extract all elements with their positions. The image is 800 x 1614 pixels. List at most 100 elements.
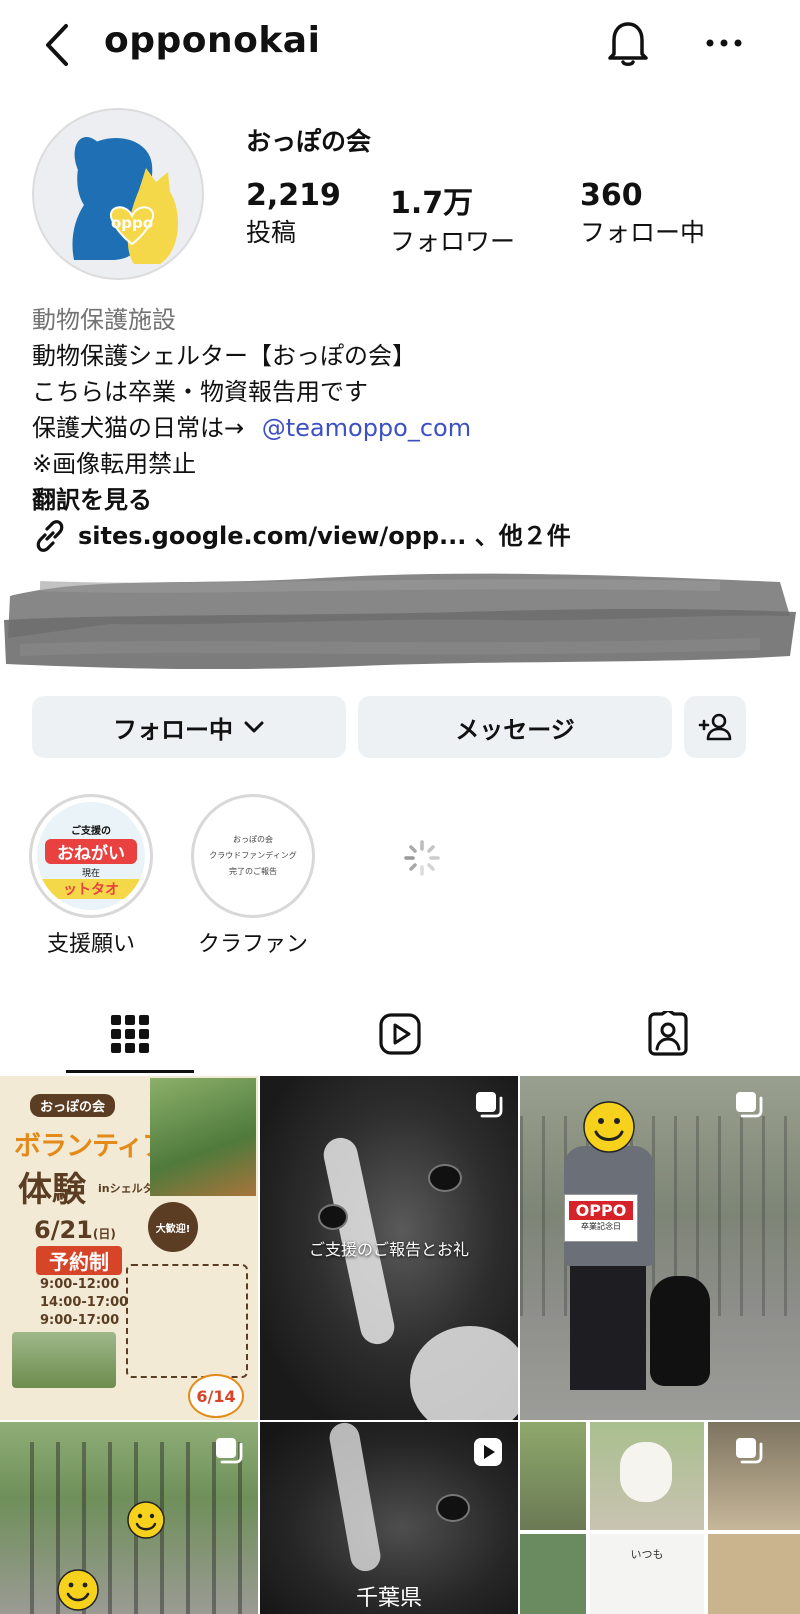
post-gate-photo[interactable]	[0, 1422, 258, 1614]
highlight-support-label: 支援願い	[46, 932, 135, 957]
poster-time-2: 14:00-17:00	[40, 1295, 129, 1310]
bio-line-3: 保護犬猫の日常は→ @teamoppo_com	[32, 410, 772, 446]
stat-following[interactable]: 360 フォロー中	[580, 178, 705, 249]
dog-eye-right	[428, 1164, 462, 1192]
stat-posts-label: 投稿	[246, 218, 297, 247]
black-dog	[650, 1276, 710, 1386]
poster-time-3: 9:00-17:00	[40, 1313, 120, 1328]
carousel-icon	[216, 1438, 243, 1464]
poster-date: 6/21(日)	[34, 1216, 116, 1244]
redacted-scribble	[4, 573, 796, 670]
tagged-person-icon	[648, 1011, 688, 1056]
stat-posts[interactable]: 2,219 投稿	[246, 178, 341, 249]
stat-following-value: 360	[580, 178, 643, 213]
collage-cell-1	[520, 1422, 586, 1530]
post-collage[interactable]: いつも	[520, 1422, 800, 1614]
person-legs	[570, 1266, 646, 1390]
loading-spinner-icon	[404, 840, 440, 876]
post-bottom-caption: 千葉県	[355, 1586, 422, 1611]
reels-play-icon	[379, 1013, 421, 1055]
message-button[interactable]: メッセージ	[358, 696, 672, 758]
highlight-support-cover-bottom: ットタオ	[37, 879, 145, 899]
highlight-support-cover-sub: 現在	[81, 869, 100, 879]
post-adoption-photo[interactable]: OPPO 卒業記念日	[520, 1076, 800, 1420]
poster-dog-photo	[12, 1332, 116, 1388]
dog-chest-highlight	[410, 1326, 518, 1420]
carousel-icon	[736, 1438, 763, 1464]
avatar-text: oppo	[111, 214, 153, 232]
smiley-face-icon	[127, 1501, 165, 1539]
carousel-icon	[476, 1092, 503, 1118]
back-arrow-icon[interactable]	[40, 22, 74, 68]
poster-info-box	[126, 1264, 248, 1378]
stat-followers-label: フォロワー	[390, 227, 516, 256]
highlight-crowdfunding-cover-line-3: 完了のご報告	[229, 867, 277, 876]
poster-badge: 大歓迎!	[148, 1202, 198, 1252]
poster-date-day: (日)	[92, 1227, 116, 1241]
white-dog	[620, 1442, 672, 1502]
graduation-sign: OPPO 卒業記念日	[564, 1194, 638, 1242]
poster-title-1: ボランティア	[14, 1131, 169, 1162]
highlight-crowdfunding-cover-line-2: クラウドファンディング	[209, 851, 297, 860]
poster-photo	[150, 1078, 256, 1196]
poster-reserve: 予約制	[36, 1246, 122, 1275]
poster-times: 9:00-12:00 14:00-17:00 9:00-17:00	[40, 1276, 128, 1330]
highlight-support-cover: ご支援の おねがい 現在 ットタオ	[37, 802, 145, 910]
collage-cell-6	[708, 1534, 800, 1614]
collage-small-text: いつも	[630, 1548, 664, 1561]
post-reel-dog[interactable]: 千葉県	[260, 1422, 518, 1614]
dog-face-highlight	[327, 1422, 383, 1574]
bell-icon[interactable]	[604, 18, 652, 68]
translate-link[interactable]: 翻訳を見る	[32, 482, 772, 518]
stat-followers[interactable]: 1.7万 フォロワー	[390, 178, 515, 258]
collage-cell-5: いつも	[590, 1534, 704, 1614]
carousel-icon	[736, 1092, 763, 1118]
highlight-support[interactable]: ご支援の おねがい 現在 ットタオ 支援願い	[16, 794, 166, 958]
stat-following-label: フォロー中	[580, 218, 706, 247]
post-volunteer-poster[interactable]: おっぽの会 ボランティア 体験 inシェルター 大歓迎! 6/21(日) 予約制…	[0, 1076, 258, 1420]
post-support-report[interactable]: ご支援のご報告とお礼	[260, 1076, 518, 1420]
tab-posts-grid[interactable]	[66, 996, 194, 1072]
more-options-icon[interactable]	[704, 36, 744, 50]
tab-reels[interactable]	[336, 996, 464, 1072]
highlight-crowdfunding[interactable]: おっぽの会 クラウドファンディング 完了のご報告 クラファン	[178, 794, 328, 958]
add-person-icon	[698, 713, 732, 741]
collage-cell-2	[590, 1422, 704, 1530]
highlight-support-cover-small: ご支援の	[71, 826, 111, 837]
chevron-down-icon	[244, 721, 264, 733]
stat-followers-value: 1.7万	[390, 186, 474, 221]
highlight-support-cover-big: おねがい	[45, 839, 137, 864]
profile-category: 動物保護施設	[32, 306, 176, 334]
collage-cell-4	[520, 1534, 586, 1614]
profile-avatar[interactable]: oppo	[32, 108, 204, 280]
dog-eye	[436, 1494, 470, 1522]
following-button-label: フォロー中	[113, 715, 233, 744]
stat-posts-value: 2,219	[246, 178, 341, 213]
bio-line-4: ※画像転用禁止	[32, 450, 197, 478]
poster-tag: おっぽの会	[30, 1094, 116, 1117]
bio-mention-link[interactable]: @teamoppo_com	[262, 414, 471, 442]
profile-link-text: sites.google.com/view/opp... 、他２件	[78, 522, 571, 550]
following-button[interactable]: フォロー中	[32, 696, 346, 758]
reel-play-icon	[474, 1438, 502, 1466]
display-name: おっぽの会	[246, 127, 372, 156]
avatar-logo-icon: oppo	[72, 136, 179, 264]
link-chain-icon	[36, 520, 64, 552]
highlight-crowdfunding-cover-line-1: おっぽの会	[233, 835, 273, 844]
poster-date-value: 6/21	[34, 1216, 93, 1244]
header-username: opponokai	[104, 20, 321, 61]
smiley-face-icon	[583, 1101, 635, 1153]
tab-active-indicator	[66, 1070, 194, 1073]
smiley-face-icon	[57, 1569, 99, 1611]
dog-eye-left	[318, 1204, 348, 1230]
highlight-crowdfunding-cover: おっぽの会 クラウドファンディング 完了のご報告	[199, 802, 307, 910]
poster-time-1: 9:00-12:00	[40, 1277, 120, 1292]
poster-deadline: 6/14	[188, 1374, 244, 1418]
graduation-sign-title: OPPO	[569, 1201, 633, 1220]
profile-link-row[interactable]: sites.google.com/view/opp... 、他２件	[32, 518, 772, 554]
poster-title-2: 体験	[18, 1170, 86, 1210]
bio-line-3-prefix: 保護犬猫の日常は→	[32, 414, 245, 442]
tab-tagged[interactable]	[604, 996, 732, 1072]
bio-line-2: こちらは卒業・物資報告用です	[32, 378, 368, 406]
suggest-people-button[interactable]	[684, 696, 746, 758]
